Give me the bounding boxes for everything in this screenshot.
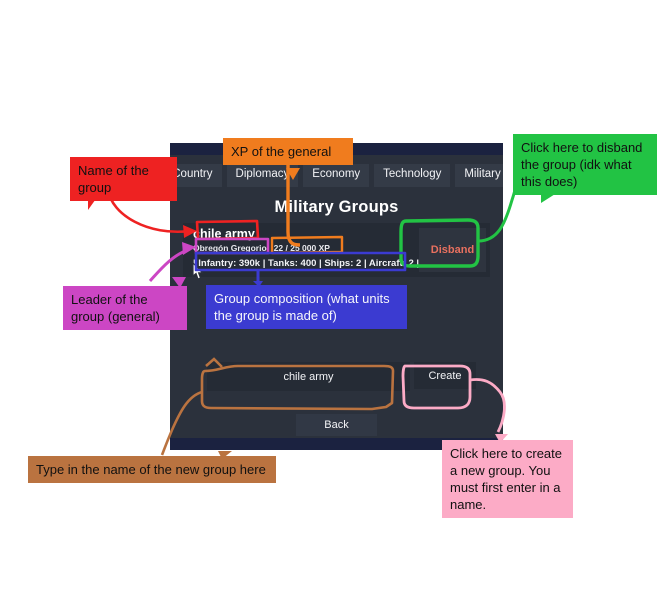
new-group-name-input[interactable] — [207, 362, 410, 391]
page-title: Military Groups — [274, 198, 399, 216]
annotation-xp-of-general: XP of the general — [223, 138, 353, 165]
group-list: chile army Obregón Gregorio 22 / 25 000 … — [183, 223, 490, 277]
group-general-name: Obregón Gregorio — [193, 243, 267, 253]
tab-technology[interactable]: Technology — [374, 164, 451, 187]
tab-military[interactable]: Military — [455, 164, 503, 187]
back-button[interactable]: Back — [296, 414, 377, 436]
group-row[interactable]: chile army Obregón Gregorio 22 / 25 000 … — [183, 223, 490, 277]
create-group-row: Create — [207, 362, 476, 391]
annotation-type-group-name: Type in the name of the new group here — [28, 456, 276, 483]
nav-tab-bar: Country Diplomacy Economy Technology Mil… — [170, 164, 503, 187]
tab-diplomacy[interactable]: Diplomacy — [226, 164, 299, 187]
create-button[interactable]: Create — [414, 362, 476, 389]
tab-economy[interactable]: Economy — [303, 164, 370, 187]
annotation-disband-group: Click here to disband the group (idk wha… — [513, 134, 657, 195]
disband-button[interactable]: Disband — [419, 228, 486, 272]
tab-country[interactable]: Country — [170, 164, 222, 187]
annotation-create-new-group: Click here to create a new group. You mu… — [442, 440, 573, 518]
annotation-name-of-group: Name of the group — [70, 157, 177, 201]
annotation-group-composition: Group composition (what units the group … — [206, 285, 407, 329]
annotation-leader-of-group: Leader of the group (general) — [63, 286, 187, 330]
group-xp-value: 22 / 25 000 XP — [273, 243, 330, 253]
